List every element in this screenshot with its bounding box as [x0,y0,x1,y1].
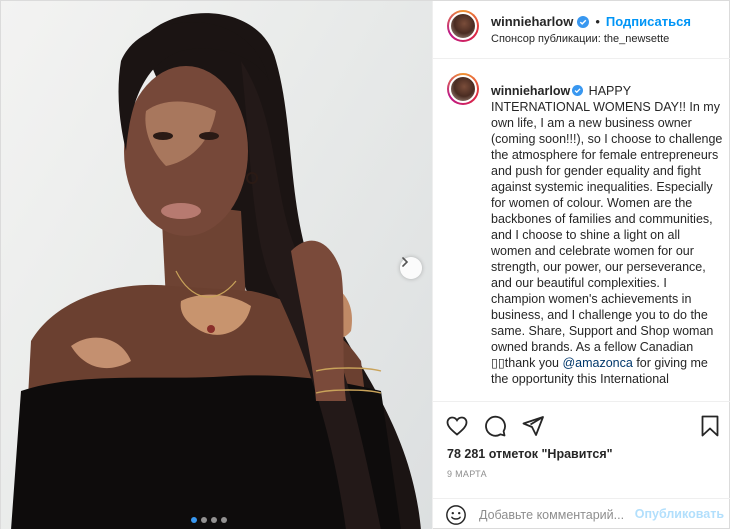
comment-icon[interactable] [483,414,507,438]
likes-count[interactable]: 78 281 отметок "Нравится" [447,447,613,461]
sponsor-link[interactable]: the_newsette [604,33,669,45]
caption-thanks: thank you [504,356,559,370]
carousel-indicator [191,517,227,523]
smiley-icon[interactable] [445,504,467,526]
post-photo[interactable] [1,1,432,529]
author-line: winnieharlow • Подписаться [491,14,691,29]
caption-area: winnieharlow HAPPY INTERNATIONAL WOMENS … [433,60,730,401]
instagram-post: winnieharlow • Подписаться Спонсор публи… [0,0,730,529]
post-header: winnieharlow • Подписаться Спонсор публи… [433,1,730,59]
comment-form: Опубликовать [433,498,730,529]
publish-button[interactable]: Опубликовать [635,507,724,521]
author-username[interactable]: winnieharlow [491,14,573,29]
bookmark-icon[interactable] [698,414,722,438]
share-icon[interactable] [521,414,545,438]
portrait-illustration [11,13,421,529]
flag-emoji-placeholder: ▯▯ [491,356,505,370]
caption-author-avatar[interactable] [447,73,479,105]
mention-link[interactable]: @amazonca [562,356,632,370]
carousel-dot [191,517,197,523]
caption-text: HAPPY INTERNATIONAL WOMENS DAY!! In my o… [491,84,723,354]
caption-author-username[interactable]: winnieharlow [491,84,570,98]
carousel-dot [221,517,227,523]
separator-dot: • [595,14,600,29]
post-actions: 78 281 отметок "Нравится" 9 МАРТА [433,401,730,511]
sponsor-line: Спонсор публикации: the_newsette [491,33,669,45]
carousel-dot [211,517,217,523]
action-icons [445,414,545,438]
post-caption: winnieharlow HAPPY INTERNATIONAL WOMENS … [491,83,723,387]
chevron-right-icon [402,257,409,267]
follow-button[interactable]: Подписаться [606,14,691,29]
sponsor-label: Спонсор публикации: [491,33,601,45]
carousel-dot [201,517,207,523]
comment-input[interactable] [479,506,649,524]
post-date[interactable]: 9 МАРТА [447,469,487,479]
verified-badge-icon [572,85,584,96]
post-sidebar: winnieharlow • Подписаться Спонсор публи… [432,1,730,529]
next-photo-button[interactable] [400,257,422,279]
heart-icon[interactable] [445,414,469,438]
verified-badge-icon [577,15,590,28]
author-avatar[interactable] [447,10,479,42]
